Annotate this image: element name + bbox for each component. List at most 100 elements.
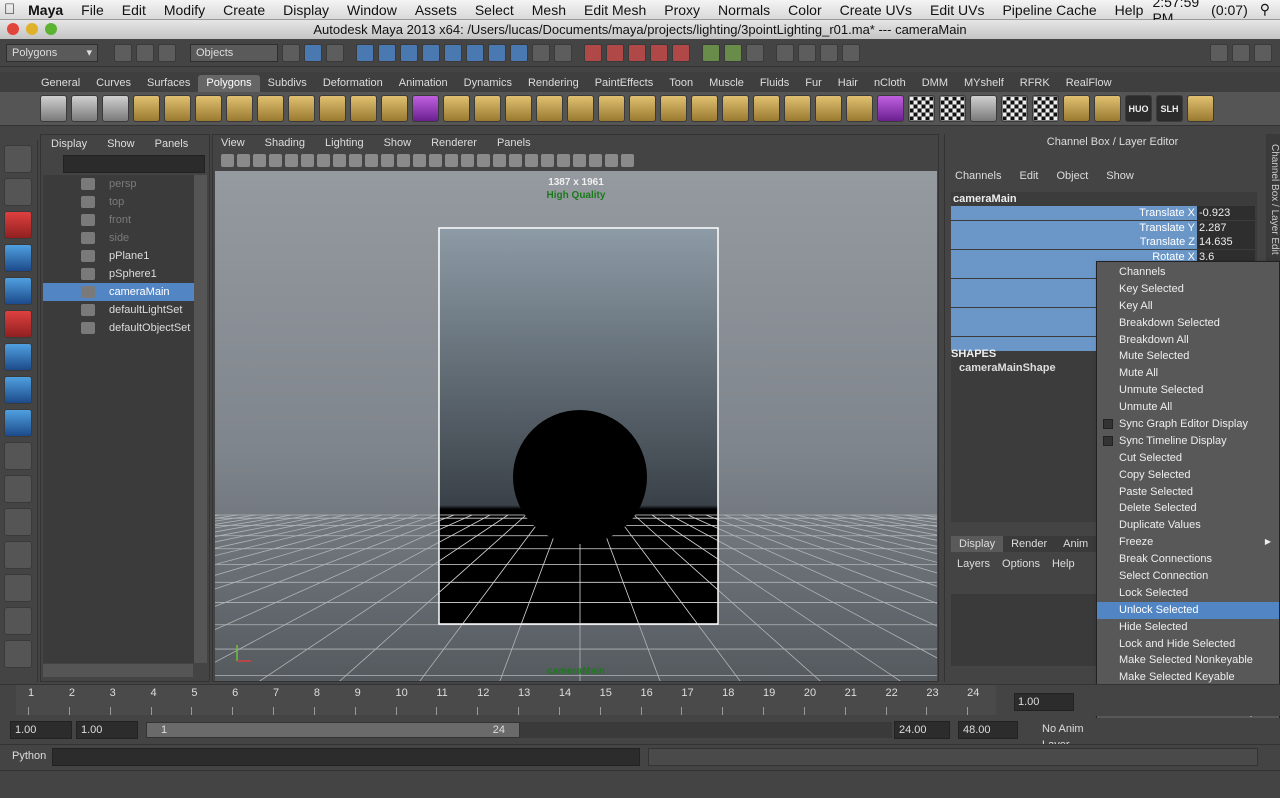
menu-window[interactable]: Window — [338, 2, 406, 18]
animation-end-field[interactable]: 48.00 — [958, 721, 1018, 739]
checkbox-icon[interactable] — [1103, 435, 1113, 446]
layer-tab-display[interactable]: Display — [951, 536, 1004, 552]
context-menu-item-freeze[interactable]: Freeze ▶ — [1097, 534, 1279, 551]
save-scene-icon[interactable] — [158, 43, 176, 62]
shelf-tab-ncloth[interactable]: nCloth — [866, 75, 914, 92]
layer-tab-render[interactable]: Render — [1003, 536, 1056, 552]
isolate-icon[interactable] — [429, 153, 442, 167]
context-menu-item-duplicate-values[interactable]: Duplicate Values — [1097, 517, 1279, 534]
poly-duplicate-face-icon[interactable] — [753, 95, 780, 122]
attribute-name[interactable]: Translate X — [951, 206, 1197, 220]
pick-curve-icon[interactable] — [400, 43, 418, 62]
channel-box-menu-object[interactable]: Object — [1056, 170, 1088, 182]
checkbox-icon[interactable] — [1103, 419, 1113, 430]
attribute-value-field[interactable]: 14.635 — [1197, 235, 1255, 249]
universal-manipulator-icon[interactable] — [4, 343, 32, 371]
uv-sew-icon[interactable] — [1187, 95, 1214, 122]
rotate-tool-icon[interactable] — [4, 277, 32, 305]
outliner-item-cameramain[interactable]: cameraMain — [43, 283, 195, 301]
context-menu-item-paste-selected[interactable]: Paste Selected — [1097, 484, 1279, 501]
menu-create[interactable]: Create — [214, 2, 274, 18]
animation-start-field[interactable]: 1.00 — [10, 721, 72, 739]
shelf-tab-rfrk[interactable]: RFRK — [1012, 75, 1058, 92]
shelf-tab-deformation[interactable]: Deformation — [315, 75, 391, 92]
poly-normals-icon[interactable] — [877, 95, 904, 122]
menuset-select[interactable]: Polygons ▾ — [6, 43, 98, 62]
poly-helix-icon[interactable] — [288, 95, 315, 122]
select-object-icon[interactable] — [304, 43, 322, 62]
shelf-tab-polygons[interactable]: Polygons — [198, 75, 260, 92]
highlight-selection-icon[interactable] — [554, 43, 572, 62]
snap-curve-icon[interactable] — [606, 43, 624, 62]
soft-modification-icon[interactable] — [4, 376, 32, 404]
snap-point-icon[interactable] — [628, 43, 646, 62]
viewport-menu-lighting[interactable]: Lighting — [325, 137, 364, 149]
layout-persp-outliner-icon[interactable] — [4, 607, 32, 635]
output-ops-icon[interactable] — [724, 43, 742, 62]
pick-surface-icon[interactable] — [422, 43, 440, 62]
context-menu-item-key-selected[interactable]: Key Selected — [1097, 281, 1279, 298]
app-menu[interactable]: Maya — [19, 2, 72, 18]
layout-outliner-icon[interactable] — [4, 541, 32, 569]
poly-pipe-icon[interactable] — [257, 95, 284, 122]
outliner-item-psphere1[interactable]: pSphere1 — [43, 265, 195, 283]
shelf-tab-fur[interactable]: Fur — [797, 75, 830, 92]
poly-cube-icon[interactable] — [71, 95, 98, 122]
xray-components-icon[interactable] — [605, 153, 618, 167]
menu-proxy[interactable]: Proxy — [655, 2, 709, 18]
channel-box-menu-channels[interactable]: Channels — [955, 170, 1001, 182]
make-live-icon[interactable] — [672, 43, 690, 62]
shelf-tab-dynamics[interactable]: Dynamics — [456, 75, 520, 92]
select-component-icon[interactable] — [326, 43, 344, 62]
poly-merge-icon[interactable] — [629, 95, 656, 122]
time-slider-track[interactable]: 1 2 3 4 5 6 7 8 9 10 11 12 13 14 15 16 17 18 19 20 21 22 23 24 — [16, 685, 996, 715]
context-menu-item-breakdown-all[interactable]: Breakdown All — [1097, 332, 1279, 349]
viewport-menu-panels[interactable]: Panels — [497, 137, 531, 149]
shadows-icon[interactable] — [525, 153, 538, 167]
context-menu-item-copy-selected[interactable]: Copy Selected — [1097, 467, 1279, 484]
viewport-menu-shading[interactable]: Shading — [265, 137, 305, 149]
camera-attributes-icon[interactable] — [237, 153, 250, 167]
menu-display[interactable]: Display — [274, 2, 338, 18]
xray-icon[interactable] — [493, 153, 506, 167]
current-frame-field[interactable]: 1.00 — [1014, 693, 1074, 711]
menu-assets[interactable]: Assets — [406, 2, 466, 18]
slh-shelf-button[interactable]: SLH — [1156, 95, 1183, 122]
shape-name[interactable]: cameraMainShape — [959, 362, 1056, 374]
poly-triangulate-icon[interactable] — [815, 95, 842, 122]
field-chart-icon[interactable] — [381, 153, 394, 167]
layer-menu-options[interactable]: Options — [1002, 558, 1040, 570]
context-menu-item-unmute-selected[interactable]: Unmute Selected — [1097, 382, 1279, 399]
shelf-tab-myshelf[interactable]: MYshelf — [956, 75, 1012, 92]
menu-edit-mesh[interactable]: Edit Mesh — [575, 2, 655, 18]
shelf-tab-subdivs[interactable]: Subdivs — [260, 75, 315, 92]
channel-box-object-name[interactable]: cameraMain — [951, 192, 1257, 206]
menu-file[interactable]: File — [72, 2, 113, 18]
minimize-window-button[interactable] — [26, 23, 38, 35]
apple-icon[interactable]:  — [0, 1, 19, 18]
menu-mesh[interactable]: Mesh — [523, 2, 575, 18]
attribute-row-translate-z[interactable]: Translate Z 14.635 — [951, 235, 1257, 249]
wireframe-on-shaded-icon[interactable] — [477, 153, 490, 167]
viewport-menu-view[interactable]: View — [221, 137, 245, 149]
poly-extract-icon[interactable] — [784, 95, 811, 122]
paint-select-tool-icon[interactable] — [4, 211, 32, 239]
pick-joint-icon[interactable] — [378, 43, 396, 62]
texture-icon[interactable] — [541, 153, 554, 167]
pick-dynamic-icon[interactable] — [466, 43, 484, 62]
outliner-menu-show[interactable]: Show — [107, 138, 135, 150]
command-input[interactable] — [52, 748, 640, 766]
context-menu-item-unmute-all[interactable]: Unmute All — [1097, 399, 1279, 416]
show-channel-box-icon[interactable] — [1254, 43, 1272, 62]
poly-wedge-icon[interactable] — [691, 95, 718, 122]
poly-mirror-icon[interactable] — [412, 95, 439, 122]
outliner-menu-display[interactable]: Display — [51, 138, 87, 150]
playback-start-field[interactable]: 1.00 — [76, 721, 138, 739]
outliner-item-pplane1[interactable]: pPlane1 — [43, 247, 195, 265]
outliner-item-defaultlightset[interactable]: defaultLightSet — [43, 301, 195, 319]
menu-create-uvs[interactable]: Create UVs — [831, 2, 921, 18]
uv-layout-icon[interactable] — [1063, 95, 1090, 122]
outliner-item-side[interactable]: side — [43, 229, 195, 247]
show-tool-settings-icon[interactable] — [1232, 43, 1250, 62]
viewport-menu-show[interactable]: Show — [384, 137, 412, 149]
